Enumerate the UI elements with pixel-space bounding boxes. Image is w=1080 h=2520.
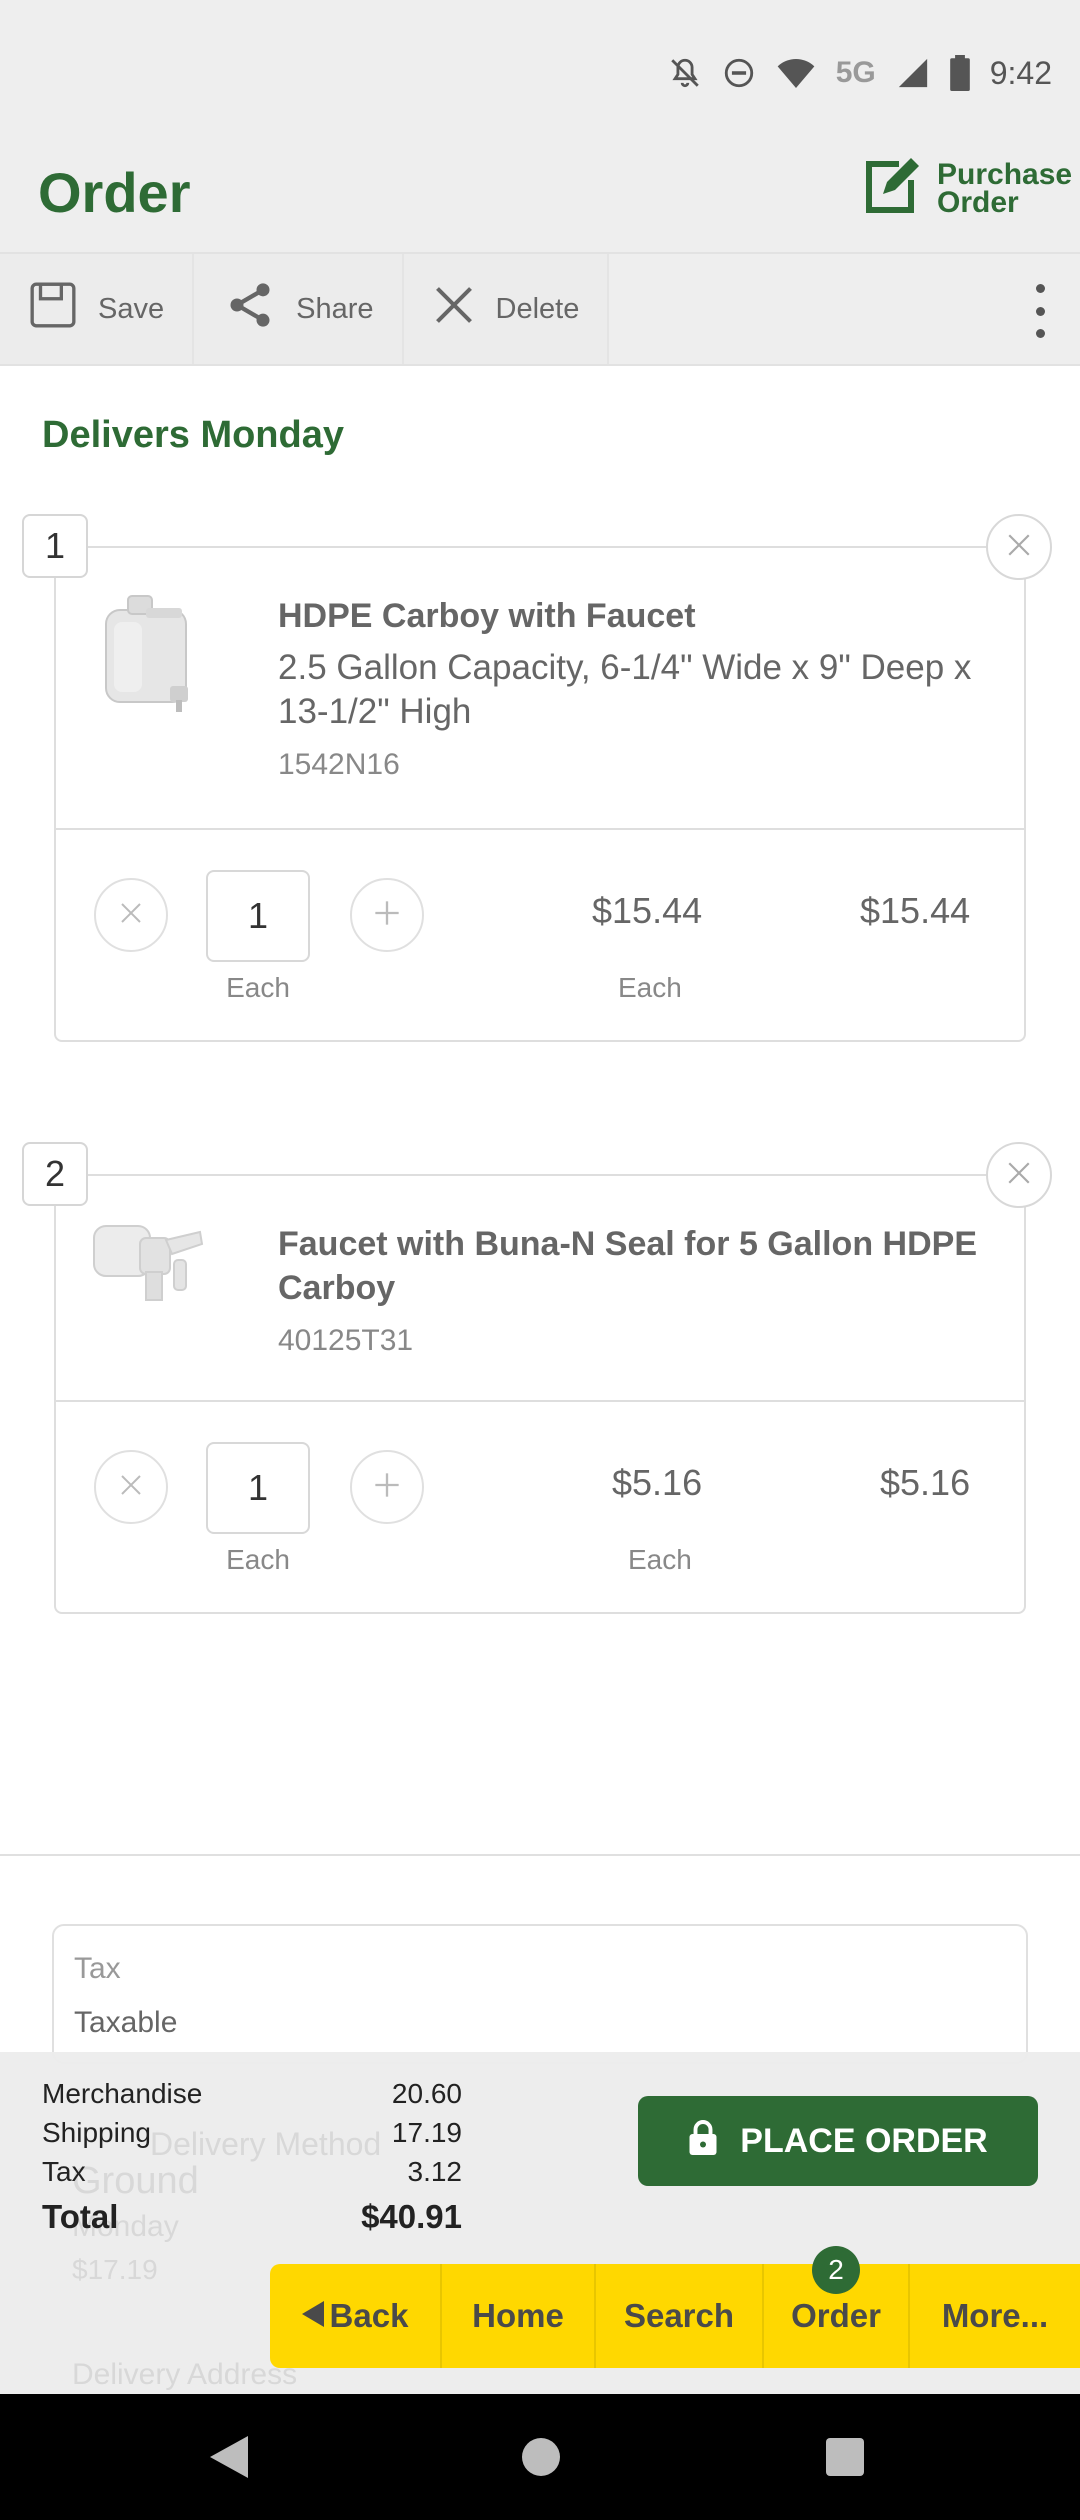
save-icon: [28, 280, 78, 338]
tax-amount: 3.12: [407, 2156, 463, 2187]
product-name[interactable]: HDPE Carboy with Faucet: [278, 594, 978, 638]
purchase-order-label: Purchase Order: [937, 157, 1073, 219]
nav-home-label: Home: [472, 2297, 564, 2334]
purchase-order-button[interactable]: Purchase Order: [863, 156, 1073, 221]
shipping-amount: 17.19: [391, 2117, 462, 2148]
divider: [56, 828, 1024, 830]
delete-label: Delete: [495, 292, 580, 325]
edit-icon: [863, 156, 919, 221]
nav-order-label: Order: [791, 2297, 881, 2334]
merchandise-label: Merchandise: [42, 2078, 203, 2109]
wifi-icon: [776, 56, 816, 90]
product-image[interactable]: [88, 1210, 208, 1350]
order-item-card: 1 HDPE Carboy with Faucet 2.5 Gallon Cap…: [22, 514, 1052, 1042]
decrease-quantity-button[interactable]: [94, 1450, 168, 1524]
product-sku: 1542N16: [278, 748, 400, 781]
close-icon: [119, 901, 143, 930]
remove-item-button[interactable]: [986, 514, 1052, 580]
nav-more[interactable]: More...: [910, 2264, 1080, 2368]
nav-order[interactable]: 2 Order: [764, 2246, 910, 2368]
delivery-cost: $17.19: [72, 2254, 158, 2285]
nav-home[interactable]: Home: [442, 2264, 596, 2368]
delivery-heading: Delivers Monday: [42, 414, 344, 456]
close-icon: [432, 283, 476, 335]
nav-back[interactable]: Back: [270, 2264, 442, 2368]
share-button[interactable]: Share: [194, 254, 404, 364]
order-item-card: 2 Faucet with Buna-N Seal for 5 Gallon H…: [22, 1142, 1052, 1614]
quantity-input[interactable]: 1: [206, 1442, 310, 1534]
delivery-address-label: Delivery Address: [72, 2358, 298, 2391]
nav-search[interactable]: Search: [596, 2264, 764, 2368]
lock-icon: [688, 2119, 718, 2164]
divider: [56, 1400, 1024, 1402]
clock: 9:42: [989, 54, 1052, 91]
total-label: Total: [42, 2198, 119, 2235]
system-recents-icon[interactable]: [826, 2438, 864, 2476]
nav-search-label: Search: [623, 2297, 735, 2334]
decrease-quantity-button[interactable]: [94, 878, 168, 952]
system-home-icon[interactable]: [522, 2438, 560, 2476]
network-type: 5G: [835, 56, 876, 89]
tax-status: Taxable: [74, 2006, 178, 2039]
status-icons: 5G 9:42: [668, 50, 1052, 96]
plus-icon: [373, 899, 401, 932]
summary-shipping-row: Shipping 17.19: [42, 2117, 462, 2149]
back-arrow-icon: [301, 2297, 324, 2335]
share-icon: [224, 279, 276, 339]
merchandise-amount: 20.60: [391, 2078, 462, 2109]
price-unit: Each: [628, 1544, 692, 1575]
summary-merchandise-row: Merchandise 20.60: [42, 2078, 462, 2110]
delete-button[interactable]: Delete: [403, 254, 610, 364]
remove-item-button[interactable]: [986, 1142, 1052, 1208]
order-count-badge: 2: [812, 2246, 860, 2294]
share-label: Share: [296, 292, 374, 325]
tax-section-title: Tax: [74, 1952, 121, 1985]
place-order-button[interactable]: PLACE ORDER: [638, 2096, 1038, 2186]
app-header: Order Purchase Order: [0, 140, 1080, 252]
unit-price: $5.16: [612, 1462, 703, 1503]
item-number-badge: 1: [22, 514, 88, 578]
shipping-label: Shipping: [42, 2117, 151, 2148]
bottom-navigation: Back Home Search 2 Order More...: [270, 2246, 1080, 2368]
tax-label: Tax: [42, 2156, 86, 2187]
more-options-icon[interactable]: [1028, 284, 1052, 338]
system-back-icon[interactable]: [210, 2436, 248, 2483]
nav-more-label: More...: [941, 2297, 1049, 2334]
tax-section[interactable]: Tax Taxable: [52, 1924, 1028, 2064]
quantity-unit: Each: [226, 972, 290, 1003]
page-title: Order: [38, 161, 191, 224]
close-icon: [119, 1473, 143, 1502]
quantity-input[interactable]: 1: [206, 870, 310, 962]
increase-quantity-button[interactable]: [350, 1450, 424, 1524]
status-bar: 5G 9:42: [0, 0, 1080, 140]
price-unit: Each: [618, 972, 682, 1003]
line-total: $5.16: [880, 1462, 971, 1503]
summary-tax-row: Tax 3.12: [42, 2156, 462, 2188]
plus-icon: [373, 1471, 401, 1504]
quantity-unit: Each: [226, 1544, 290, 1575]
toolbar: Save Share Delete: [0, 252, 1080, 366]
close-icon: [1006, 532, 1032, 563]
product-name[interactable]: Faucet with Buna-N Seal for 5 Gallon HDP…: [278, 1222, 978, 1310]
system-navigation-bar: [0, 2394, 1080, 2520]
line-total: $15.44: [860, 890, 971, 931]
close-icon: [1006, 1160, 1032, 1191]
place-order-label: PLACE ORDER: [740, 2121, 988, 2160]
unit-price: $15.44: [592, 890, 703, 931]
do-not-disturb-icon: [722, 56, 756, 90]
battery-icon: [949, 55, 970, 91]
product-sku: 40125T31: [278, 1324, 414, 1357]
summary-total-row: Total $40.91: [42, 2198, 462, 2236]
notifications-off-icon: [668, 56, 702, 90]
increase-quantity-button[interactable]: [350, 878, 424, 952]
product-image[interactable]: [88, 582, 208, 722]
save-button[interactable]: Save: [0, 254, 195, 364]
signal-icon: [896, 56, 930, 90]
total-amount: $40.91: [361, 2198, 462, 2235]
nav-back-label: Back: [329, 2297, 409, 2334]
product-description: 2.5 Gallon Capacity, 6-1/4" Wide x 9" De…: [278, 648, 972, 731]
item-number-badge: 2: [22, 1142, 88, 1206]
save-label: Save: [98, 292, 165, 325]
